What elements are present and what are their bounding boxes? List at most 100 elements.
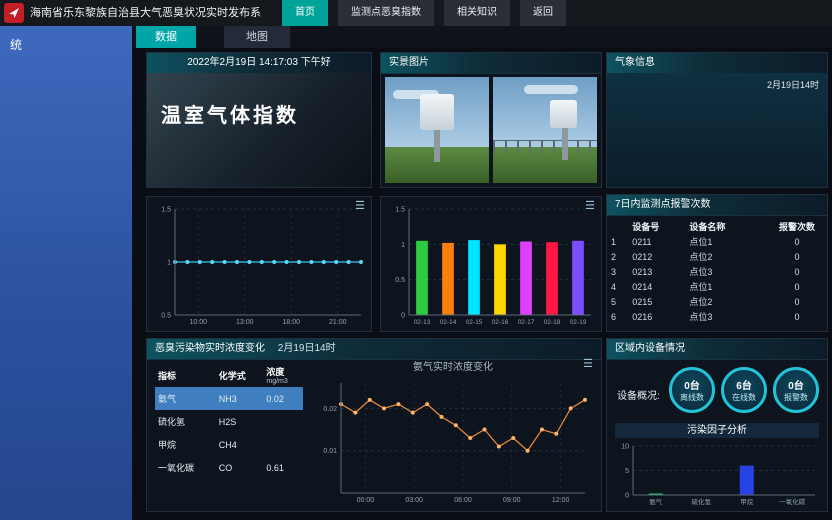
svg-text:21:00: 21:00 [329, 319, 347, 326]
sidebar-label: 统 [0, 26, 132, 53]
main-nav: 首页 监测点恶臭指数 相关知识 返回 [282, 0, 566, 26]
svg-text:13:00: 13:00 [236, 319, 254, 326]
device-panel-title: 区域内设备情况 [607, 339, 827, 360]
daily-index-chart: 0 0.5 1 1.5 02-13 02-14 02-15 02-16 02-17 02-18 02… [381, 197, 601, 331]
alarm-table: 设备号 设备名称 报警次数 10211点位1020212点位2030213点位3… [607, 218, 827, 325]
table-row: 40214点位10 [607, 280, 827, 295]
svg-text:氨气: 氨气 [649, 497, 663, 506]
table-row: 30213点位30 [607, 265, 827, 280]
svg-text:12:00: 12:00 [552, 497, 570, 504]
svg-text:02-19: 02-19 [570, 319, 587, 326]
device-overview-label: 设备概况: [617, 387, 660, 402]
photos-panel-title: 实景图片 [381, 53, 601, 74]
weather-timestamp: 2月19日14时 [767, 78, 819, 91]
svg-text:0.5: 0.5 [395, 277, 405, 284]
svg-text:02-17: 02-17 [518, 319, 535, 326]
datetime-header: 2022年2月19日 14:17:03 下午好 [147, 53, 371, 74]
svg-text:10:00: 10:00 [189, 319, 207, 326]
device-circles: 0台 离线数 6台 在线数 0台 报警数 [669, 367, 819, 413]
pollutant-table-body: 氨气NH30.02硫化氢H2S甲烷CH4一氧化碳CO0.61 [155, 387, 303, 479]
svg-text:02-16: 02-16 [492, 319, 509, 326]
svg-text:甲烷: 甲烷 [740, 497, 754, 506]
col-device-id: 设备号 [628, 218, 685, 235]
offline-count-badge: 0台 离线数 [669, 367, 715, 413]
table-row[interactable]: 甲烷CH4 [155, 433, 303, 456]
svg-text:硫化氢: 硫化氢 [692, 497, 712, 506]
col-formula: 化学式 [216, 363, 264, 387]
svg-text:02-15: 02-15 [466, 319, 483, 326]
svg-text:1.5: 1.5 [161, 207, 171, 214]
svg-text:10: 10 [621, 444, 629, 451]
svg-text:1: 1 [167, 260, 171, 267]
app-logo-icon [4, 3, 24, 23]
online-count-badge: 6台 在线数 [721, 367, 767, 413]
svg-text:0: 0 [625, 493, 629, 500]
greenhouse-panel: 2022年2月19日 14:17:03 下午好 温室气体指数 [146, 52, 372, 188]
tab-data[interactable]: 数据 [136, 26, 196, 48]
alarm-panel-title: 7日内监测点报警次数 [607, 195, 827, 216]
weather-body: 2月19日14时 [607, 73, 827, 187]
nh3-trend-chart: 0.01 0.02 00:00 03:00 06:00 09:00 12:00 [311, 375, 595, 507]
pollutant-panel-title: 恶臭污染物实时浓度变化 [155, 343, 265, 354]
photo-row [381, 73, 601, 187]
col-device-name: 设备名称 [685, 218, 767, 235]
col-alarm-count: 报警次数 [767, 218, 827, 235]
table-row[interactable]: 一氧化碳CO0.61 [155, 456, 303, 479]
tab-bar: 数据 地图 [132, 26, 832, 48]
svg-text:一氧化碳: 一氧化碳 [779, 497, 806, 506]
table-row: 50215点位20 [607, 295, 827, 310]
col-index [607, 218, 628, 235]
svg-text:06:00: 06:00 [454, 497, 472, 504]
pollutant-timestamp: 2月19日14时 [278, 343, 336, 354]
table-row[interactable]: 氨气NH30.02 [155, 387, 303, 410]
svg-text:09:00: 09:00 [503, 497, 521, 504]
nh3-chart-area: 氨气实时浓度变化 ☰ 0.01 0.02 00:00 03:00 06:00 09:00 1… [311, 361, 595, 507]
concentration-unit: mg/m3 [266, 378, 300, 385]
nav-odor-index[interactable]: 监测点恶臭指数 [338, 0, 434, 26]
app-title: 海南省乐东黎族自治县大气恶臭状况实时发布系 [30, 0, 261, 26]
svg-text:0: 0 [401, 313, 405, 320]
alarm-count-badge: 0台 报警数 [773, 367, 819, 413]
svg-text:02-14: 02-14 [440, 319, 457, 326]
device-panel: 区域内设备情况 设备概况: 0台 离线数 6台 在线数 0台 报警数 污染因子分… [606, 338, 828, 512]
svg-text:02-13: 02-13 [414, 319, 431, 326]
nh3-chart-title: 氨气实时浓度变化 [311, 361, 595, 375]
table-row: 60216点位30 [607, 310, 827, 325]
svg-text:1: 1 [401, 242, 405, 249]
svg-text:0.02: 0.02 [323, 406, 337, 413]
table-row[interactable]: 硫化氢H2S [155, 410, 303, 433]
greenhouse-trend-chart: 0.5 1 1.5 10:00 13:00 18:00 21:00 [147, 197, 371, 331]
factor-analysis-chart: 0 5 10 氨气 硫化氢 甲烷 一氧化碳 [613, 440, 821, 507]
pollutant-table: 指标 化学式 浓度 mg/m3 氨气NH30.02硫化氢H2S甲烷CH4一氧化碳… [155, 363, 303, 479]
svg-text:5: 5 [625, 468, 629, 475]
svg-text:0.01: 0.01 [323, 448, 337, 455]
tab-map[interactable]: 地图 [224, 26, 290, 48]
nav-knowledge[interactable]: 相关知识 [444, 0, 510, 26]
col-concentration: 浓度 mg/m3 [263, 363, 303, 387]
table-row: 20212点位20 [607, 250, 827, 265]
col-indicator: 指标 [155, 363, 216, 387]
nav-back[interactable]: 返回 [520, 0, 566, 26]
top-bar: 海南省乐东黎族自治县大气恶臭状况实时发布系 首页 监测点恶臭指数 相关知识 返回 [0, 0, 832, 27]
alarm-panel: 7日内监测点报警次数 设备号 设备名称 报警次数 10211点位1020212点… [606, 194, 828, 332]
nav-home[interactable]: 首页 [282, 0, 328, 26]
pollutant-panel-header: 恶臭污染物实时浓度变化 2月19日14时 [147, 339, 601, 360]
alarm-table-body: 10211点位1020212点位2030213点位3040214点位105021… [607, 235, 827, 325]
sidebar: 统 [0, 26, 132, 520]
svg-text:00:00: 00:00 [357, 497, 375, 504]
svg-text:18:00: 18:00 [282, 319, 300, 326]
weather-panel-title: 气象信息 [607, 53, 827, 74]
svg-text:02-18: 02-18 [544, 319, 561, 326]
svg-text:0.5: 0.5 [161, 313, 171, 320]
chart-toolbox-icon[interactable]: ☰ [355, 201, 365, 212]
chart-toolbox-icon[interactable]: ☰ [583, 359, 593, 370]
table-row: 10211点位10 [607, 235, 827, 250]
greenhouse-body: 温室气体指数 [147, 73, 371, 187]
svg-text:03:00: 03:00 [405, 497, 423, 504]
factor-analysis-title: 污染因子分析 [615, 423, 819, 438]
svg-text:1.5: 1.5 [395, 207, 405, 214]
chart-toolbox-icon[interactable]: ☰ [585, 201, 595, 212]
weather-panel: 气象信息 2月19日14时 [606, 52, 828, 188]
daily-index-panel: 0 0.5 1 1.5 02-13 02-14 02-15 02-16 02-17 02-18 02… [380, 196, 602, 332]
greenhouse-trend-panel: 0.5 1 1.5 10:00 13:00 18:00 21:00 ☰ [146, 196, 372, 332]
